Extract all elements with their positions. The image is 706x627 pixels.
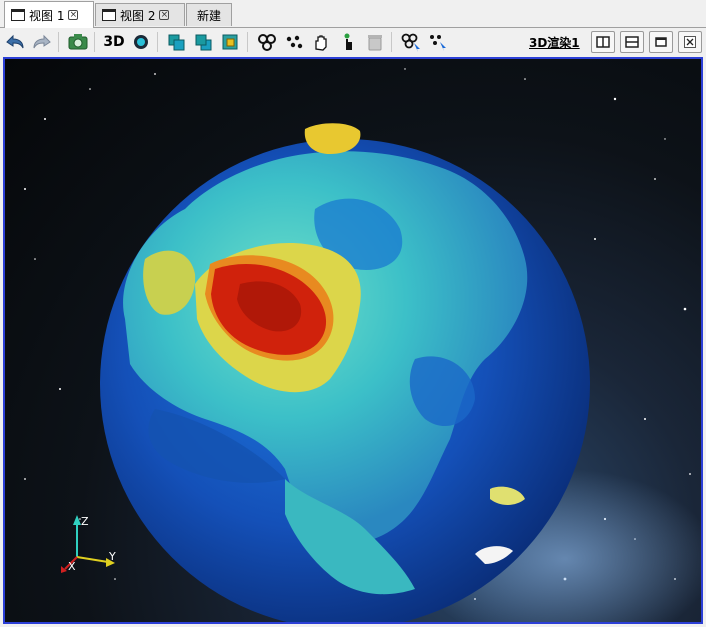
group-button[interactable] — [255, 30, 279, 54]
pointer-icon — [344, 33, 352, 50]
hand-pan-icon — [315, 35, 327, 51]
split-vertical-icon — [596, 36, 610, 48]
pick-group-icon — [401, 33, 420, 52]
maximize-icon — [655, 37, 667, 47]
trash-icon — [368, 35, 382, 51]
pan-button[interactable] — [309, 30, 333, 54]
globe-scene — [24, 68, 701, 622]
close-view-button[interactable] — [678, 31, 702, 53]
3d-viewport[interactable]: Z Y X — [3, 57, 703, 624]
camera-icon — [68, 34, 88, 50]
axis-label-y: Y — [109, 550, 116, 563]
layer-back-icon — [195, 34, 212, 51]
tab-label: 新建 — [196, 8, 221, 23]
pick-group-button[interactable] — [399, 30, 423, 54]
tab-view-2[interactable]: 视图 2 × — [95, 3, 185, 26]
toolbar-separator — [157, 32, 158, 52]
pointer-button[interactable] — [336, 30, 360, 54]
pick-points-button[interactable] — [426, 30, 450, 54]
close-icon[interactable]: × — [159, 10, 170, 20]
toolbar: 3D 3D渲染1 — [0, 28, 706, 56]
tab-bar: 视图 1 × 视图 2 × 新建 — [0, 0, 706, 28]
sphere-view-icon — [134, 35, 148, 49]
render-label[interactable]: 3D渲染1 — [529, 34, 580, 51]
undo-icon — [6, 34, 24, 49]
y-axis-line — [76, 556, 109, 563]
z-axis-arrow — [73, 515, 81, 525]
undo-button[interactable] — [3, 30, 27, 54]
group-icon — [258, 34, 276, 51]
points-button[interactable] — [282, 30, 306, 54]
axis-label-z: Z — [81, 515, 89, 528]
window-icon — [102, 9, 116, 21]
maximize-button[interactable] — [649, 31, 673, 53]
close-icon — [684, 36, 696, 48]
tab-view-1[interactable]: 视图 1 × — [4, 1, 94, 28]
3d-label: 3D — [103, 34, 125, 50]
toolbar-separator — [247, 32, 248, 52]
split-vertical-button[interactable] — [591, 31, 615, 53]
redo-icon — [33, 34, 51, 49]
redo-button[interactable] — [30, 30, 54, 54]
delete-button[interactable] — [363, 30, 387, 54]
layer-back-button[interactable] — [192, 30, 216, 54]
window-icon — [11, 9, 25, 21]
3d-mode-button[interactable]: 3D — [102, 30, 126, 54]
points-icon — [286, 35, 303, 49]
pick-points-icon — [430, 35, 446, 51]
axis-label-x: X — [68, 560, 76, 573]
split-horizontal-icon — [625, 36, 639, 48]
tab-new[interactable]: 新建 — [186, 3, 232, 26]
tab-label: 视图 2 — [120, 8, 156, 23]
toolbar-separator — [94, 32, 95, 52]
layer-front-button[interactable] — [165, 30, 189, 54]
screenshot-button[interactable] — [66, 30, 90, 54]
close-icon[interactable]: × — [68, 10, 79, 20]
toolbar-separator — [391, 32, 392, 52]
layer-select-icon — [222, 34, 238, 50]
tab-label: 视图 1 — [29, 8, 65, 23]
toolbar-separator — [58, 32, 59, 52]
layer-front-icon — [168, 34, 185, 51]
layer-select-button[interactable] — [219, 30, 243, 54]
sphere-view-button[interactable] — [129, 30, 153, 54]
split-horizontal-button[interactable] — [620, 31, 644, 53]
